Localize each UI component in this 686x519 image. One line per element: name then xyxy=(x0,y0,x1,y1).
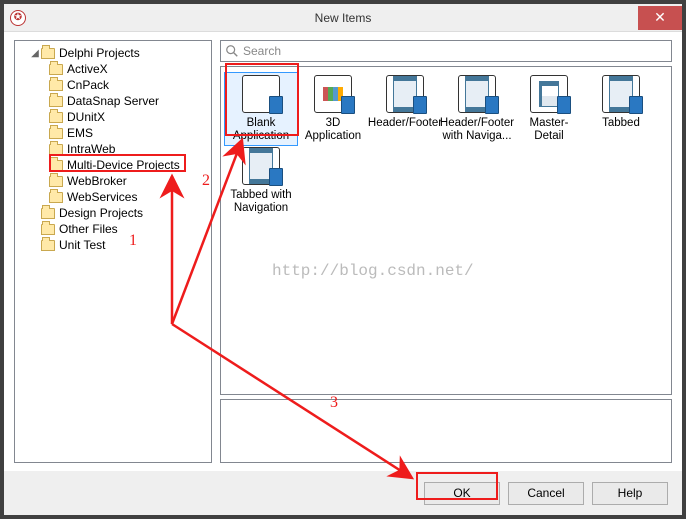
folder-icon xyxy=(49,176,63,187)
button-bar: OK Cancel Help xyxy=(4,471,682,515)
gallery-item[interactable]: Master-Detail xyxy=(513,73,585,145)
tree-item[interactable]: Unit Test xyxy=(15,237,211,253)
gallery-item[interactable]: Tabbed xyxy=(585,73,657,145)
tree-item[interactable]: WebBroker xyxy=(15,173,211,189)
folder-icon xyxy=(49,192,63,203)
template-icon xyxy=(458,75,496,113)
gallery-item[interactable]: Tabbed with Navigation xyxy=(225,145,297,217)
folder-icon xyxy=(49,112,63,123)
folder-icon xyxy=(49,96,63,107)
tree-item[interactable]: ActiveX xyxy=(15,61,211,77)
template-icon xyxy=(242,147,280,185)
folder-icon xyxy=(41,240,55,251)
folder-icon xyxy=(41,208,55,219)
search-placeholder: Search xyxy=(243,44,281,58)
tree-item[interactable]: DUnitX xyxy=(15,109,211,125)
template-icon xyxy=(530,75,568,113)
template-gallery[interactable]: Blank Application 3D Application Header/… xyxy=(220,66,672,395)
folder-icon xyxy=(41,224,55,235)
folder-icon xyxy=(49,128,63,139)
tree-item[interactable]: EMS xyxy=(15,125,211,141)
folder-icon xyxy=(49,64,63,75)
help-button[interactable]: Help xyxy=(592,482,668,505)
template-icon xyxy=(242,75,280,113)
tree-item[interactable]: Design Projects xyxy=(15,205,211,221)
cancel-button[interactable]: Cancel xyxy=(508,482,584,505)
titlebar: ✪ New Items ✕ xyxy=(4,4,682,32)
gallery-item-blank-application[interactable]: Blank Application xyxy=(225,73,297,145)
search-icon xyxy=(225,44,239,58)
tree-item-root[interactable]: ◢ Delphi Projects xyxy=(15,45,211,61)
template-icon xyxy=(386,75,424,113)
folder-icon xyxy=(49,160,63,171)
app-icon: ✪ xyxy=(10,10,26,26)
detail-pane xyxy=(220,399,672,463)
close-button[interactable]: ✕ xyxy=(638,6,682,30)
chevron-down-icon[interactable]: ◢ xyxy=(29,48,41,59)
new-items-dialog: ✪ New Items ✕ ◢ Delphi Projects ActiveX … xyxy=(4,4,682,515)
tree-item-multidevice[interactable]: Multi-Device Projects xyxy=(15,157,211,173)
tree-item[interactable]: Other Files xyxy=(15,221,211,237)
tree-item[interactable]: WebServices xyxy=(15,189,211,205)
tree-item[interactable]: CnPack xyxy=(15,77,211,93)
tree-item[interactable]: DataSnap Server xyxy=(15,93,211,109)
gallery-item[interactable]: Header/Footer with Naviga... xyxy=(441,73,513,145)
folder-icon xyxy=(41,48,55,59)
ok-button[interactable]: OK xyxy=(424,482,500,505)
category-tree[interactable]: ◢ Delphi Projects ActiveX CnPack DataSna… xyxy=(14,40,212,463)
template-icon xyxy=(314,75,352,113)
gallery-item[interactable]: Header/Footer xyxy=(369,73,441,145)
tree-item[interactable]: IntraWeb xyxy=(15,141,211,157)
folder-icon xyxy=(49,144,63,155)
template-icon xyxy=(602,75,640,113)
folder-icon xyxy=(49,80,63,91)
gallery-item[interactable]: 3D Application xyxy=(297,73,369,145)
window-title: New Items xyxy=(4,11,682,25)
search-input[interactable]: Search xyxy=(220,40,672,62)
